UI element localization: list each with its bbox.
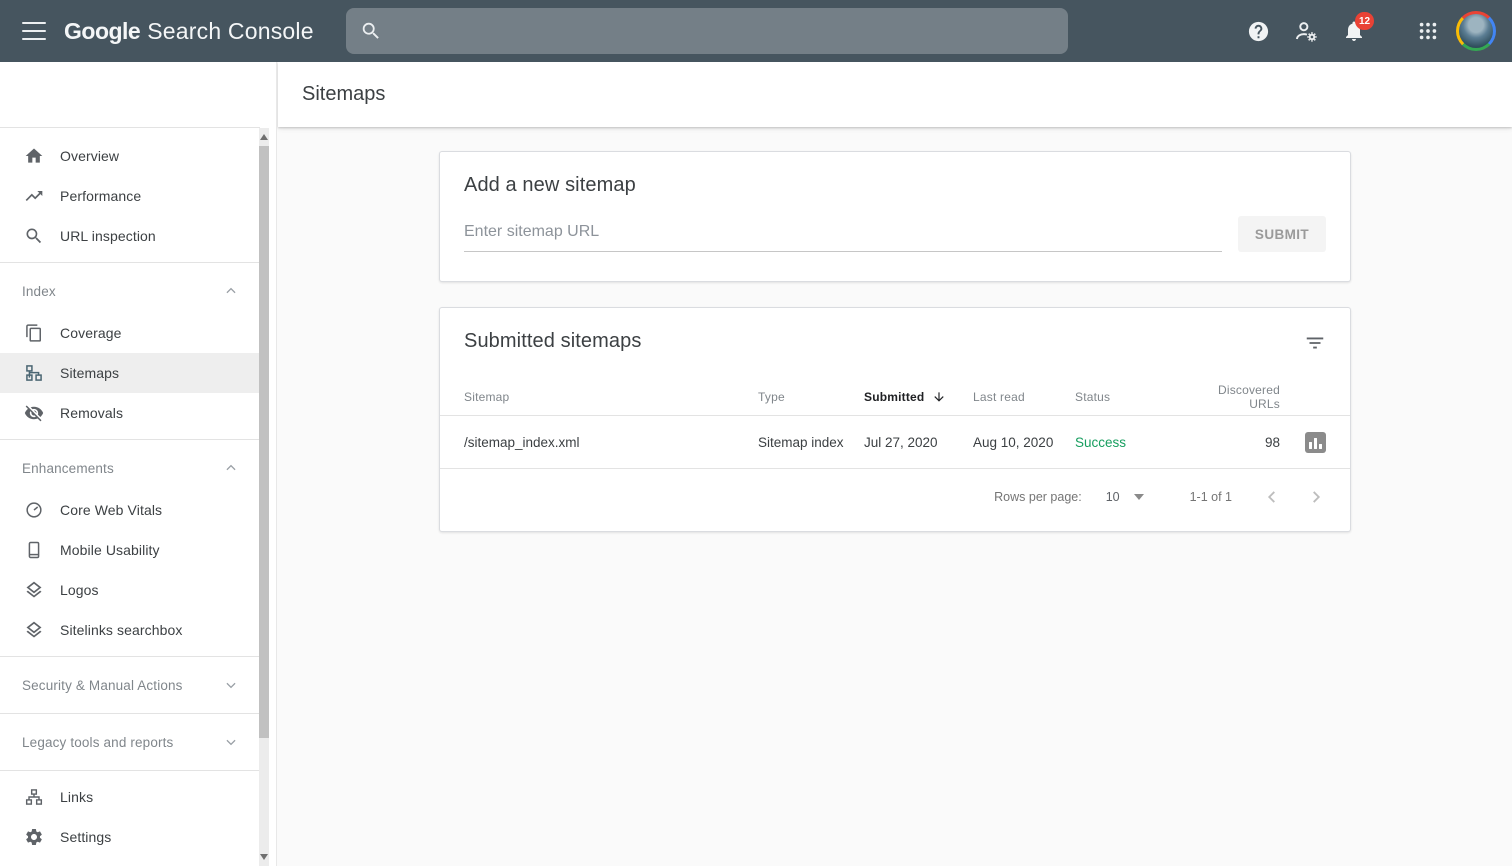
scrollbar-thumb[interactable]	[259, 146, 269, 738]
column-header-type[interactable]: Type	[758, 390, 864, 404]
cell-sitemap[interactable]: /sitemap_index.xml	[464, 435, 758, 450]
sidebar-divider	[0, 770, 260, 771]
sidebar-item-settings[interactable]: Settings	[0, 817, 260, 857]
app-logo[interactable]: Google Search Console	[64, 18, 314, 45]
dropdown-caret-icon	[1134, 494, 1144, 500]
logo-google-text: Google	[64, 18, 140, 44]
next-page-button[interactable]	[1304, 485, 1328, 509]
notification-badge: 12	[1355, 12, 1374, 30]
content-area: Add a new sitemap SUBMIT Submitted sitem…	[278, 127, 1512, 866]
manage-users-button[interactable]	[1286, 11, 1326, 51]
layers-icon	[24, 580, 44, 600]
sidebar-section-security-manual-actions[interactable]: Security & Manual Actions	[0, 663, 260, 707]
coverage-icon	[24, 323, 44, 343]
page-header: Sitemaps	[278, 62, 1512, 127]
table-footer: Rows per page: 10 1-1 of 1	[440, 469, 1350, 525]
column-header-status[interactable]: Status	[1075, 390, 1189, 404]
schema-icon	[24, 787, 44, 807]
notifications-button[interactable]: 12	[1334, 11, 1374, 51]
sidebar-scrollbar[interactable]	[259, 128, 269, 866]
sidebar-item-removals[interactable]: Removals	[0, 393, 260, 433]
sidebar-section-legacy-tools-and-reports[interactable]: Legacy tools and reports	[0, 720, 260, 764]
sitemaps-icon	[24, 363, 44, 383]
home-icon	[24, 146, 44, 166]
rows-per-page-select[interactable]: 10	[1106, 490, 1144, 504]
sidebar-item-sitelinks-searchbox[interactable]: Sitelinks searchbox	[0, 610, 260, 650]
cell-submitted: Jul 27, 2020	[864, 435, 973, 450]
help-button[interactable]	[1238, 11, 1278, 51]
sitemaps-table: SitemapTypeSubmittedLast readStatusDisco…	[440, 379, 1350, 469]
submitted-sitemaps-title: Submitted sitemaps	[440, 308, 1350, 353]
cell-discovered-urls: 98	[1265, 435, 1280, 450]
avatar-photo	[1459, 14, 1493, 48]
column-header-discovered-urls[interactable]: Discovered URLs	[1189, 383, 1280, 411]
sidebar: Overview Performance URL inspection Index…	[0, 62, 277, 866]
sidebar-section-enhancements[interactable]: Enhancements	[0, 446, 260, 490]
sidebar-divider	[0, 262, 260, 263]
gear-icon	[24, 827, 44, 847]
column-header-last-read[interactable]: Last read	[973, 390, 1075, 404]
chevron-down-icon	[224, 678, 238, 692]
pagination-range: 1-1 of 1	[1190, 490, 1232, 504]
column-header-submitted[interactable]: Submitted	[864, 390, 973, 404]
account-avatar[interactable]	[1456, 11, 1496, 51]
sidebar-item-mobile-usability[interactable]: Mobile Usability	[0, 530, 260, 570]
sidebar-item-sitemaps[interactable]: Sitemaps	[0, 353, 260, 393]
chevron-up-icon	[224, 284, 238, 298]
cell-type: Sitemap index	[758, 435, 864, 450]
sidebar-nav: Overview Performance URL inspection Index…	[0, 128, 260, 857]
search-icon	[360, 20, 382, 42]
removals-icon	[24, 403, 44, 423]
column-header-sitemap[interactable]: Sitemap	[464, 390, 758, 404]
add-sitemap-title: Add a new sitemap	[464, 174, 1326, 197]
cell-last-read: Aug 10, 2020	[973, 435, 1075, 450]
layers-icon	[24, 620, 44, 640]
add-sitemap-card: Add a new sitemap SUBMIT	[439, 151, 1351, 282]
sidebar-item-overview[interactable]: Overview	[0, 136, 260, 176]
bar-chart-icon	[1309, 442, 1312, 449]
google-apps-button[interactable]	[1408, 11, 1448, 51]
sidebar-divider	[0, 656, 260, 657]
sitemap-url-input[interactable]	[464, 215, 1222, 252]
smartphone-icon	[24, 540, 44, 560]
sidebar-item-coverage[interactable]: Coverage	[0, 313, 260, 353]
sidebar-item-logos[interactable]: Logos	[0, 570, 260, 610]
sidebar-section-index[interactable]: Index	[0, 269, 260, 313]
main-area: Sitemaps Add a new sitemap SUBMIT Submit…	[278, 62, 1512, 866]
table-header-row: SitemapTypeSubmittedLast readStatusDisco…	[440, 379, 1350, 415]
logo-product-text: Search Console	[147, 18, 313, 44]
search-input[interactable]	[394, 23, 1054, 40]
submit-button[interactable]: SUBMIT	[1238, 216, 1326, 252]
scrollbar-down-arrow[interactable]	[259, 850, 269, 864]
sidebar-item-performance[interactable]: Performance	[0, 176, 260, 216]
sidebar-item-links[interactable]: Links	[0, 777, 260, 817]
topbar-search[interactable]	[346, 8, 1068, 54]
gauge-icon	[24, 500, 44, 520]
topbar: Google Search Console 12	[0, 0, 1512, 62]
hamburger-menu-icon[interactable]	[22, 22, 46, 40]
sort-arrow-down-icon	[932, 390, 946, 404]
search-icon	[24, 226, 44, 246]
scrollbar-up-arrow[interactable]	[259, 130, 269, 144]
chevron-up-icon	[224, 461, 238, 475]
previous-page-button[interactable]	[1260, 485, 1284, 509]
sidebar-divider	[0, 439, 260, 440]
trending-up-icon	[24, 186, 44, 206]
table-row[interactable]: /sitemap_index.xml Sitemap index Jul 27,…	[440, 415, 1350, 469]
sidebar-divider	[0, 713, 260, 714]
rows-per-page-label: Rows per page:	[994, 490, 1082, 504]
topbar-actions: 12	[1238, 0, 1512, 62]
see-index-coverage-button[interactable]	[1305, 432, 1326, 453]
table-body: /sitemap_index.xml Sitemap index Jul 27,…	[440, 415, 1350, 469]
sidebar-item-core-web-vitals[interactable]: Core Web Vitals	[0, 490, 260, 530]
sidebar-item-url-inspection[interactable]: URL inspection	[0, 216, 260, 256]
page-title: Sitemaps	[302, 83, 385, 106]
chevron-down-icon	[224, 735, 238, 749]
submitted-sitemaps-card: Submitted sitemaps SitemapTypeSubmittedL…	[439, 307, 1351, 532]
filter-icon[interactable]	[1304, 332, 1326, 354]
cell-status: Success	[1075, 435, 1189, 450]
